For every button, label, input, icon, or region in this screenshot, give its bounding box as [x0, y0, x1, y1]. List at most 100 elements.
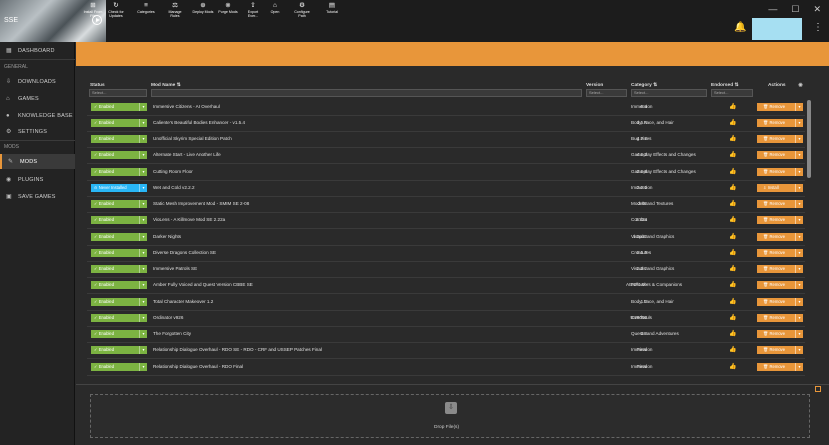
manage-rules-button[interactable]: ⚖ Manage Rules	[160, 2, 190, 18]
kebab-menu-icon[interactable]: ⋮	[813, 22, 823, 33]
sidebar-item-plugins[interactable]: ◉ PLUGINS	[0, 172, 75, 187]
minimize-button[interactable]: —	[768, 4, 777, 15]
chevron-down-icon[interactable]: ▾	[139, 118, 147, 127]
chevron-down-icon[interactable]: ▾	[139, 265, 147, 273]
table-row[interactable]: ✓ Enabled ▾ Caliente's Beautiful Bodies En…	[87, 116, 805, 132]
header-status[interactable]: Status	[90, 83, 105, 88]
category-filter[interactable]: Select...	[631, 89, 707, 97]
status-filter[interactable]: Select...	[89, 89, 147, 97]
sidebar-item-save-games[interactable]: ▣ SAVE GAMES	[0, 189, 75, 204]
thumbs-up-icon[interactable]: 👍	[729, 314, 736, 321]
chevron-down-icon[interactable]: ▾	[139, 167, 147, 176]
status-dropdown[interactable]: ✓ Enabled ▾	[91, 281, 147, 290]
mod-name-filter[interactable]	[151, 89, 582, 97]
chevron-down-icon[interactable]: ▾	[795, 216, 803, 225]
bell-icon[interactable]: 🔔	[734, 22, 746, 33]
remove-button[interactable]: 🗑 Remove ▾	[757, 200, 803, 208]
tutorial-button[interactable]: ▤ Tutorial	[317, 2, 347, 14]
table-row[interactable]: ✓ Enabled ▾ Immersive Patrols SE 2.3.2 Visua…	[87, 262, 805, 279]
remove-button[interactable]: 🗑 Remove ▾	[757, 313, 803, 322]
table-scrollbar[interactable]	[807, 100, 811, 178]
chevron-down-icon[interactable]: ▾	[139, 248, 147, 257]
chevron-down-icon[interactable]: ▾	[795, 248, 803, 257]
thumbs-up-icon[interactable]: 👍	[729, 200, 736, 207]
header-version[interactable]: Version	[586, 83, 603, 88]
chevron-down-icon[interactable]: ▾	[139, 330, 147, 338]
table-row[interactable]: ✓ Enabled ▾ The Forgotten City 1.8 Quests an…	[87, 327, 805, 344]
thumbs-up-icon[interactable]: 👍	[729, 346, 736, 353]
chevron-down-icon[interactable]: ▾	[139, 102, 147, 111]
status-dropdown[interactable]: ✓ Enabled ▾	[91, 216, 147, 225]
chevron-down-icon[interactable]: ▾	[795, 183, 803, 192]
chevron-down-icon[interactable]: ▾	[795, 167, 803, 176]
table-row[interactable]: ✓ Enabled ▾ Total Character Makeover 1.2 1.…	[87, 295, 805, 311]
open-button[interactable]: ⌂ Open	[260, 2, 290, 14]
header-category[interactable]: Category ⇅	[631, 83, 657, 88]
thumbs-up-icon[interactable]: 👍	[729, 298, 736, 305]
status-dropdown[interactable]: ✓ Enabled ▾	[91, 248, 147, 257]
status-dropdown[interactable]: ✓ Enabled ▾	[91, 346, 147, 355]
status-dropdown[interactable]: ⊝ Never Installed ▾	[91, 183, 147, 192]
chevron-down-icon[interactable]: ▾	[139, 232, 147, 241]
chevron-down-icon[interactable]: ▾	[795, 346, 803, 355]
categories-button[interactable]: ≡ Categories	[131, 2, 161, 14]
thumbs-up-icon[interactable]: 👍	[729, 281, 736, 288]
remove-button[interactable]: 🗑 Remove ▾	[757, 167, 803, 176]
status-dropdown[interactable]: ✓ Enabled ▾	[91, 102, 147, 111]
chevron-down-icon[interactable]: ▾	[795, 297, 803, 306]
table-row[interactable]: ✓ Enabled ▾ Ordinator v926 9.26000 Overhauls…	[87, 311, 805, 327]
status-dropdown[interactable]: ✓ Enabled ▾	[91, 118, 147, 127]
gear-icon[interactable]: ✺	[798, 82, 803, 89]
table-row[interactable]: ✓ Enabled ▾ Unofficial Skyrim Special Edit…	[87, 132, 805, 149]
remove-button[interactable]: 🗑 Remove ▾	[757, 297, 803, 306]
table-row[interactable]: ✓ Enabled ▾ Diverse Dragons Collection SE 2…	[87, 246, 805, 262]
sidebar-item-knowledge-base[interactable]: ● KNOWLEDGE BASE	[0, 108, 75, 123]
chevron-down-icon[interactable]: ▾	[139, 135, 147, 143]
chevron-down-icon[interactable]: ▾	[139, 281, 147, 290]
version-filter[interactable]: Select...	[586, 89, 627, 97]
endorsed-filter[interactable]: Select...	[711, 89, 753, 97]
chevron-down-icon[interactable]: ▾	[795, 281, 803, 290]
remove-button[interactable]: 🗑 Remove ▾	[757, 265, 803, 273]
table-row[interactable]: ✓ Enabled ▾ Relationship Dialogue Overhaul…	[87, 360, 805, 376]
table-row[interactable]: ✓ Enabled ▾ Immersive Citizens - AI Overha…	[87, 100, 805, 116]
resize-handle-icon[interactable]	[815, 386, 821, 392]
thumbs-up-icon[interactable]: 👍	[729, 151, 736, 158]
chevron-down-icon[interactable]: ▾	[795, 265, 803, 273]
chevron-down-icon[interactable]: ▾	[795, 151, 803, 160]
table-row[interactable]: ✓ Enabled ▾ Cutting Room Floor 3.1.6 Gamepla…	[87, 165, 805, 181]
status-dropdown[interactable]: ✓ Enabled ▾	[91, 200, 147, 208]
chevron-down-icon[interactable]: ▾	[139, 200, 147, 208]
chevron-down-icon[interactable]: ▾	[139, 297, 147, 306]
maximize-button[interactable]: ☐	[791, 4, 799, 15]
chevron-down-icon[interactable]: ▾	[139, 216, 147, 225]
header-mod-name[interactable]: Mod Name ⇅	[151, 83, 181, 88]
header-endorsed[interactable]: Endorsed ⇅	[711, 83, 738, 88]
status-dropdown[interactable]: ✓ Enabled ▾	[91, 362, 147, 371]
thumbs-up-icon[interactable]: 👍	[729, 135, 736, 142]
status-dropdown[interactable]: ✓ Enabled ▾	[91, 135, 147, 143]
chevron-down-icon[interactable]: ▾	[139, 313, 147, 322]
remove-button[interactable]: 🗑 Remove ▾	[757, 102, 803, 111]
thumbs-up-icon[interactable]: 👍	[729, 216, 736, 223]
check-for-updates-button[interactable]: ↻ Check for Updates	[101, 2, 131, 18]
close-button[interactable]: ✕	[813, 4, 821, 15]
sidebar-item-downloads[interactable]: ⇩ DOWNLOADS	[0, 74, 75, 89]
table-row[interactable]: ✓ Enabled ▾ Amber Fully Voiced and Quest V…	[87, 278, 805, 295]
table-row[interactable]: ✓ Enabled ▾ Alternate Start - Live Another…	[87, 148, 805, 165]
chevron-down-icon[interactable]: ▾	[795, 330, 803, 338]
remove-button[interactable]: 🗑 Remove ▾	[757, 281, 803, 290]
status-dropdown[interactable]: ✓ Enabled ▾	[91, 330, 147, 338]
remove-button[interactable]: 🗑 Remove ▾	[757, 362, 803, 371]
configure-path-button[interactable]: ⚙ Configure Path	[287, 2, 317, 18]
chevron-down-icon[interactable]: ▾	[795, 135, 803, 143]
install-button[interactable]: ⇩ Install ▾	[757, 183, 803, 192]
remove-button[interactable]: 🗑 Remove ▾	[757, 216, 803, 225]
thumbs-up-icon[interactable]: 👍	[729, 233, 736, 240]
thumbs-up-icon[interactable]: 👍	[729, 249, 736, 256]
remove-button[interactable]: 🗑 Remove ▾	[757, 232, 803, 241]
remove-button[interactable]: 🗑 Remove ▾	[757, 118, 803, 127]
status-dropdown[interactable]: ✓ Enabled ▾	[91, 297, 147, 306]
remove-button[interactable]: 🗑 Remove ▾	[757, 135, 803, 143]
sidebar-item-mods[interactable]: ✎ MODS	[0, 154, 75, 169]
